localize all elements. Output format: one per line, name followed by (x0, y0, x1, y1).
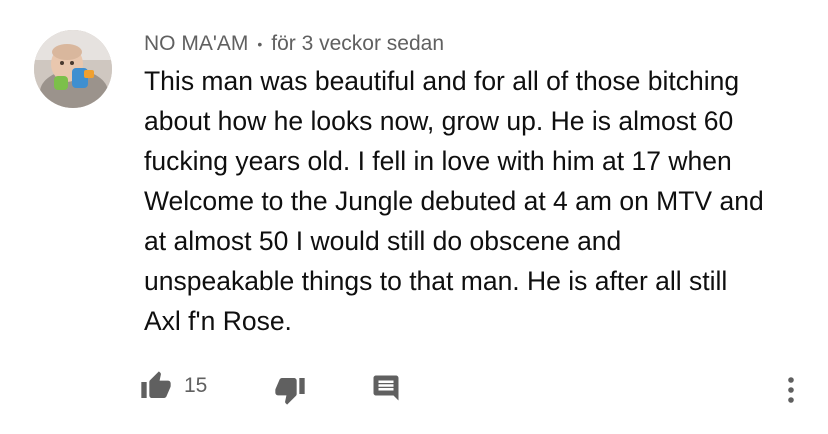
comment-text-line: at almost 50 I would still do obscene an… (144, 226, 622, 256)
comment-timestamp[interactable]: för 3 veckor sedan (271, 32, 444, 56)
meta-separator: • (257, 36, 263, 52)
comment-text-line: Welcome to the Jungle debuted at 4 am on… (144, 186, 764, 216)
author-name[interactable]: NO MA'AM (144, 32, 248, 56)
comment-text-line: Axl f'n Rose. (144, 306, 292, 336)
thumbs-down-icon (275, 378, 305, 405)
comment-card: NO MA'AM • för 3 veckor sedan This man w… (0, 0, 828, 434)
like-count: 15 (184, 374, 208, 397)
comment-meta: NO MA'AM • för 3 veckor sedan (144, 31, 444, 57)
more-vertical-icon (788, 377, 794, 403)
thumbs-up-icon (141, 371, 171, 398)
comment-text-line: This man was beautiful and for all of th… (144, 66, 740, 96)
comment-actions: 15 (140, 364, 810, 412)
reply-button[interactable] (364, 366, 408, 410)
like-button[interactable]: 15 (140, 364, 207, 408)
dislike-button[interactable] (268, 368, 312, 412)
avatar[interactable] (34, 30, 112, 108)
comment-text-line: about how he looks now, grow up. He is a… (144, 106, 734, 136)
comment-reply-icon (373, 375, 399, 401)
comment-text: This man was beautiful and for all of th… (144, 61, 814, 341)
comment-text-line: fucking years old. I fell in love with h… (144, 146, 732, 176)
avatar-photo (34, 30, 112, 108)
more-options-button[interactable] (776, 368, 806, 412)
comment-text-line: unspeakable things to that man. He is af… (144, 266, 728, 296)
